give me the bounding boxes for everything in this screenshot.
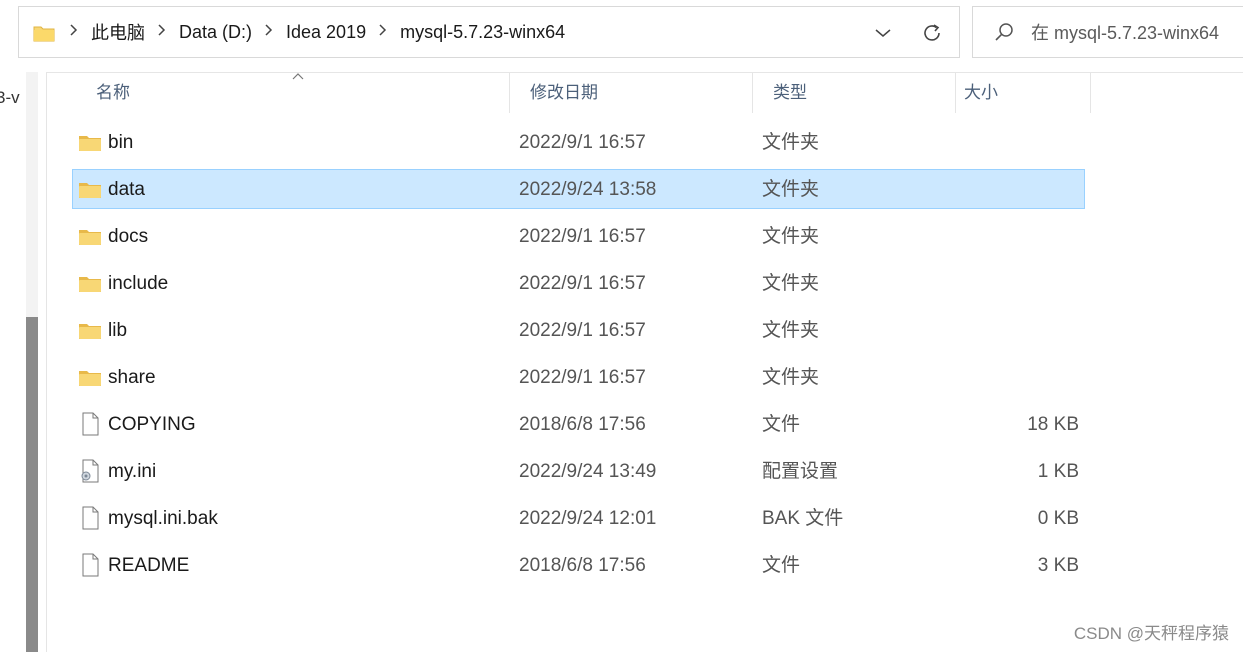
file-type: 文件夹 (762, 132, 820, 153)
file-size (952, 308, 1079, 353)
search-icon (993, 21, 1015, 43)
file-row[interactable]: mysql.ini.bak 2022/9/24 12:01 BAK 文件 0 KB (72, 496, 1085, 543)
file-row[interactable]: my.ini 2022/9/24 13:49 配置设置 1 KB (72, 449, 1085, 496)
column-header-name[interactable]: 名称 (76, 73, 510, 113)
file-size: 0 KB (1037, 508, 1079, 529)
folder-icon (78, 180, 102, 202)
file-size (952, 355, 1079, 400)
file-name: bin (108, 132, 134, 153)
chevron-right-icon[interactable] (258, 23, 280, 41)
folder-icon (78, 274, 102, 296)
folder-icon (33, 24, 55, 42)
folder-icon (78, 227, 102, 249)
column-header-date[interactable]: 修改日期 (510, 73, 753, 113)
navigation-pane: 3-v (0, 72, 47, 652)
file-date-modified: 2022/9/24 13:49 (519, 461, 657, 482)
file-icon (78, 553, 102, 577)
file-size: 18 KB (1027, 414, 1079, 435)
settings-file-icon (78, 459, 102, 483)
chevron-right-icon[interactable] (372, 23, 394, 41)
breadcrumb-item[interactable]: Data (D:) (177, 22, 254, 43)
file-name: README (108, 555, 190, 576)
file-date-modified: 2022/9/24 13:58 (519, 179, 657, 200)
file-type: 文件夹 (762, 273, 820, 294)
file-row[interactable]: include 2022/9/1 16:57 文件夹 (72, 261, 1085, 308)
breadcrumb: 此电脑 Data (D:) Idea 2019 mysql-5.7.23-win… (59, 19, 567, 45)
watermark: CSDN @天秤程序猿 (1073, 624, 1229, 643)
file-date-modified: 2022/9/1 16:57 (519, 132, 646, 153)
file-type: 文件夹 (762, 179, 820, 200)
chevron-right-icon[interactable] (151, 23, 173, 41)
file-date-modified: 2022/9/1 16:57 (519, 367, 646, 388)
file-date-modified: 2022/9/1 16:57 (519, 273, 646, 294)
column-headers: 名称 修改日期 类型 大小 (76, 73, 1091, 113)
file-name: include (108, 273, 169, 294)
file-row[interactable]: COPYING 2018/6/8 17:56 文件 18 KB (72, 402, 1085, 449)
search-placeholder: 在 mysql-5.7.23-winx64 (1031, 23, 1220, 43)
breadcrumb-item[interactable]: 此电脑 (89, 19, 147, 45)
search-input[interactable]: 在 mysql-5.7.23-winx64 (972, 6, 1243, 58)
chevron-right-icon[interactable] (63, 23, 85, 41)
file-type: 文件 (762, 555, 801, 576)
file-type: 文件夹 (762, 320, 820, 341)
file-size: 3 KB (1037, 555, 1079, 576)
file-size: 1 KB (1037, 461, 1079, 482)
file-icon (78, 506, 102, 530)
address-bar[interactable]: 此电脑 Data (D:) Idea 2019 mysql-5.7.23-win… (18, 6, 960, 58)
breadcrumb-item[interactable]: Idea 2019 (284, 22, 368, 43)
file-name: mysql.ini.bak (108, 508, 218, 529)
file-type: 文件 (762, 414, 801, 435)
file-size (952, 261, 1079, 306)
file-date-modified: 2022/9/1 16:57 (519, 320, 646, 341)
file-type: 文件夹 (762, 226, 820, 247)
column-header-size[interactable]: 大小 (956, 73, 1091, 113)
file-name: lib (108, 320, 128, 341)
file-date-modified: 2022/9/24 12:01 (519, 508, 657, 529)
file-size (952, 120, 1079, 165)
chevron-down-icon[interactable] (871, 21, 895, 45)
file-type: BAK 文件 (762, 508, 844, 529)
folder-icon (78, 133, 102, 155)
file-row[interactable]: share 2022/9/1 16:57 文件夹 (72, 355, 1085, 402)
breadcrumb-item[interactable]: mysql-5.7.23-winx64 (398, 22, 567, 43)
file-name: docs (108, 226, 149, 247)
file-row[interactable]: docs 2022/9/1 16:57 文件夹 (72, 214, 1085, 261)
file-name: share (108, 367, 156, 388)
scrollbar-thumb[interactable] (26, 317, 38, 652)
file-row[interactable]: lib 2022/9/1 16:57 文件夹 (72, 308, 1085, 355)
file-size (952, 214, 1079, 259)
file-size (952, 167, 1079, 212)
file-type: 文件夹 (762, 367, 820, 388)
file-type: 配置设置 (762, 461, 839, 482)
file-date-modified: 2022/9/1 16:57 (519, 226, 646, 247)
column-header-type[interactable]: 类型 (753, 73, 956, 113)
file-date-modified: 2018/6/8 17:56 (519, 555, 646, 576)
file-name: COPYING (108, 414, 196, 435)
refresh-icon[interactable] (919, 20, 945, 46)
file-list: bin 2022/9/1 16:57 文件夹 data 2022/9/24 13:58 文… (72, 120, 1085, 590)
file-date-modified: 2018/6/8 17:56 (519, 414, 646, 435)
file-name: my.ini (108, 461, 157, 482)
folder-icon (78, 368, 102, 390)
file-explorer-window: 此电脑 Data (D:) Idea 2019 mysql-5.7.23-win… (0, 0, 1243, 652)
nav-item-partial[interactable]: 3-v (0, 88, 20, 108)
file-icon (78, 412, 102, 436)
file-row[interactable]: data 2022/9/24 13:58 文件夹 (72, 167, 1085, 214)
file-row[interactable]: bin 2022/9/1 16:57 文件夹 (72, 120, 1085, 167)
folder-icon (78, 321, 102, 343)
file-name: data (108, 179, 145, 200)
file-row[interactable]: README 2018/6/8 17:56 文件 3 KB (72, 543, 1085, 590)
